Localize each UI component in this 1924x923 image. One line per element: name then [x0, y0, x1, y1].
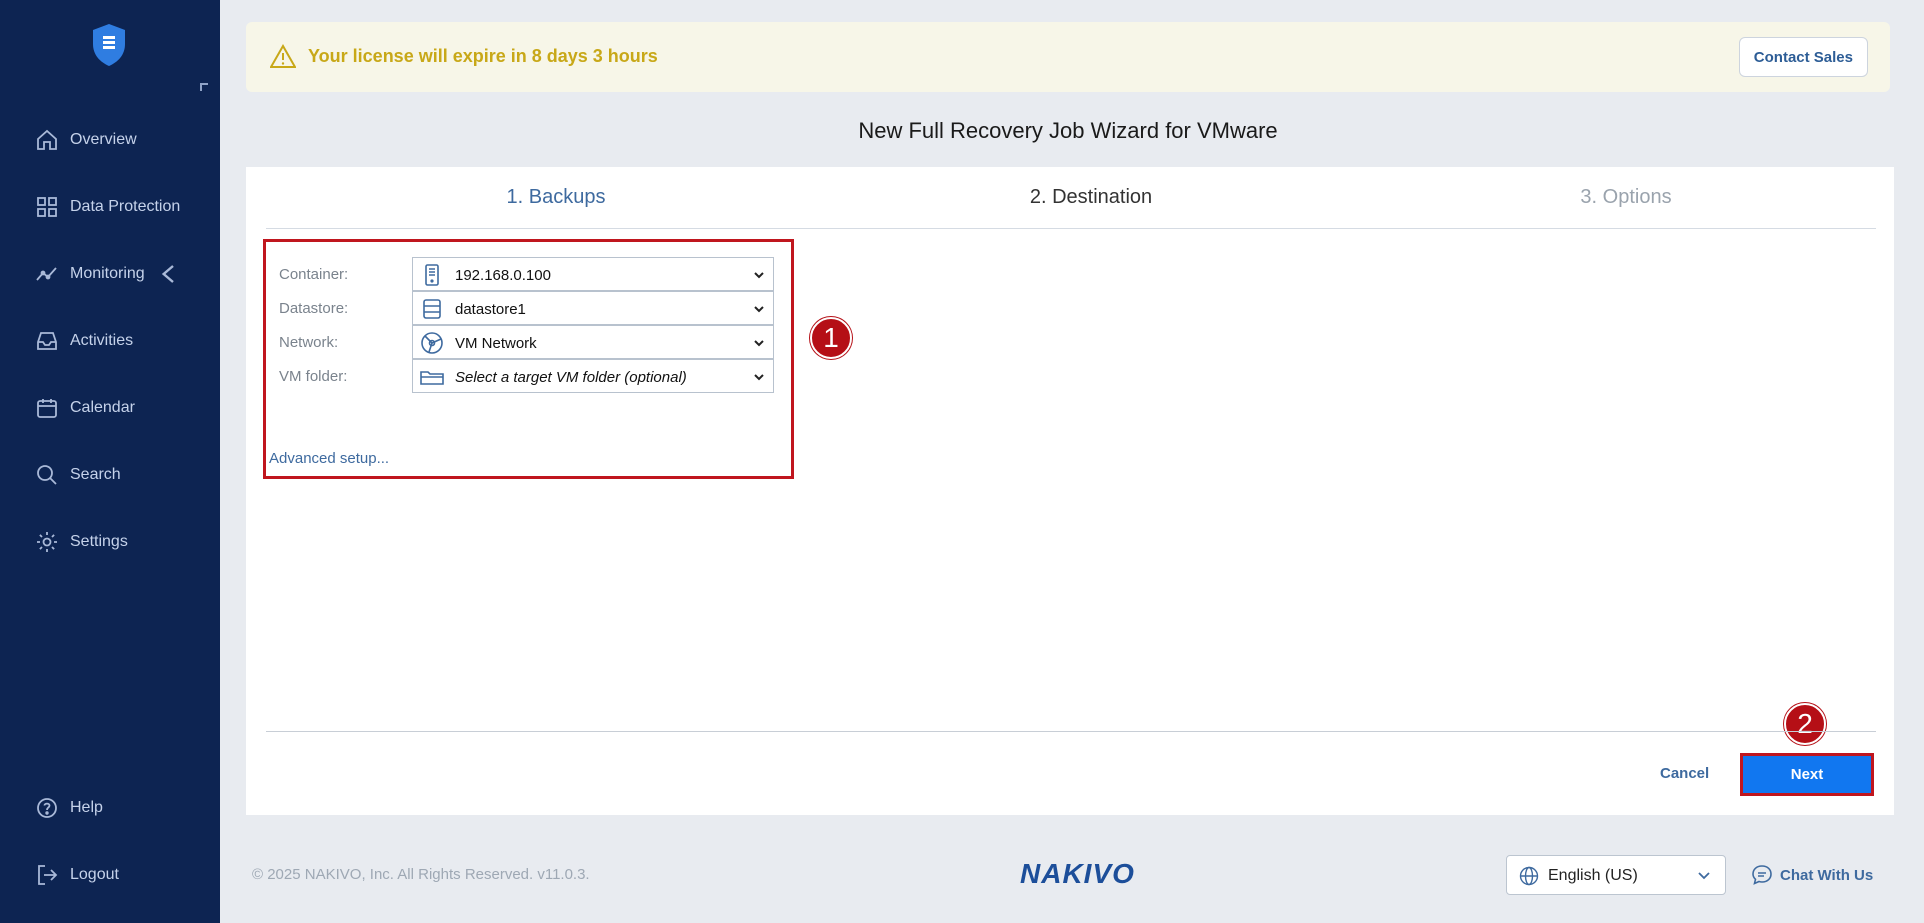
license-message: Your license will expire in 8 days 3 hou… [308, 46, 658, 66]
vm-folder-row: VM folder: Select a target VM folder (op… [279, 359, 779, 393]
globe-icon [1519, 866, 1539, 886]
wizard-panel: 1. Backups 2. Destination 3. Options Con… [246, 167, 1894, 815]
chevron-down-icon [754, 306, 764, 313]
chat-icon [1752, 865, 1772, 885]
datastore-select[interactable]: datastore1 [412, 291, 774, 325]
nakivo-logo: NAKIVO [1020, 858, 1135, 889]
contact-sales-button[interactable]: Contact Sales [1738, 37, 1868, 77]
sidebar-item-label: Data Protection [70, 198, 181, 215]
sidebar-item-label: Search [70, 466, 121, 483]
sidebar-item-settings[interactable]: Settings [34, 524, 128, 560]
chevron-down-icon [1698, 872, 1710, 880]
chart-line-icon [34, 261, 60, 287]
sidebar-item-monitoring[interactable]: Monitoring [34, 256, 181, 292]
annotation-badge-1: 1 [810, 317, 852, 359]
server-icon [419, 262, 445, 288]
vm-folder-label: VM folder: [279, 368, 348, 385]
inbox-icon [34, 328, 60, 354]
cancel-button[interactable]: Cancel [1660, 765, 1709, 782]
grid-icon [34, 194, 60, 220]
sidebar-item-logout[interactable]: Logout [34, 857, 119, 893]
search-icon [34, 462, 60, 488]
sidebar: Overview Data Protection Monitoring Acti… [0, 0, 220, 923]
network-icon [419, 330, 445, 356]
network-select[interactable]: VM Network [412, 325, 774, 359]
chat-with-us-button[interactable]: Chat With Us [1750, 863, 1873, 887]
vm-folder-select[interactable]: Select a target VM folder (optional) [412, 359, 774, 393]
vm-folder-placeholder: Select a target VM folder (optional) [455, 369, 687, 386]
container-row: Container: 192.168.0.100 [279, 257, 779, 291]
sidebar-item-label: Settings [70, 533, 128, 550]
language-value: English (US) [1548, 867, 1638, 884]
sidebar-item-label: Calendar [70, 399, 135, 416]
chevron-down-icon [754, 272, 764, 279]
calendar-icon [34, 395, 60, 421]
sidebar-item-label: Overview [70, 131, 137, 148]
network-label: Network: [279, 334, 339, 351]
step-destination: 2. Destination [1029, 186, 1153, 208]
sidebar-item-label: Activities [70, 332, 134, 349]
annotation-badge-2: 2 [1784, 703, 1826, 745]
network-value: VM Network [455, 335, 537, 352]
container-select[interactable]: 192.168.0.100 [412, 257, 774, 291]
next-button[interactable]: Next [1743, 756, 1871, 793]
help-icon [34, 795, 60, 821]
datastore-label: Datastore: [279, 300, 349, 317]
chevron-down-icon [754, 374, 764, 381]
network-row: Network: VM Network [279, 325, 779, 359]
sidebar-item-help[interactable]: Help [34, 790, 103, 826]
wizard-steps: 1. Backups 2. Destination 3. Options [266, 167, 1876, 229]
chevron-down-icon [754, 340, 764, 347]
language-select[interactable]: English (US) [1506, 855, 1726, 895]
step-backups[interactable]: 1. Backups [406, 186, 706, 209]
advanced-setup-link[interactable]: Advanced setup... [269, 450, 389, 467]
sidebar-item-label: Logout [70, 866, 119, 883]
sidebar-item-label: Help [70, 799, 103, 816]
sidebar-item-overview[interactable]: Overview [34, 122, 137, 158]
container-label: Container: [279, 266, 349, 283]
shield-logo-icon [93, 24, 125, 66]
chevron-left-icon [161, 265, 174, 283]
sidebar-item-data-protection[interactable]: Data Protection [34, 189, 180, 225]
sidebar-item-search[interactable]: Search [34, 457, 121, 493]
copyright-text: © 2025 NAKIVO, Inc. All Rights Reserved.… [252, 866, 590, 883]
folder-icon [419, 364, 445, 390]
logout-icon [34, 862, 60, 888]
warning-icon [270, 44, 296, 68]
divider [266, 731, 1876, 732]
home-icon [34, 127, 60, 153]
page-title: New Full Recovery Job Wizard for VMware [858, 118, 1278, 143]
sidebar-item-label: Monitoring [70, 265, 145, 282]
datastore-row: Datastore: datastore1 [279, 291, 779, 325]
chat-label: Chat With Us [1780, 866, 1874, 884]
gear-icon [34, 529, 60, 555]
step-options: 3. Options [1580, 186, 1672, 208]
next-button-highlight: Next [1740, 753, 1874, 796]
sidebar-item-activities[interactable]: Activities [34, 323, 133, 359]
datastore-value: datastore1 [455, 301, 526, 318]
license-banner: Your license will expire in 8 days 3 hou… [246, 22, 1890, 92]
sidebar-item-calendar[interactable]: Calendar [34, 390, 135, 426]
container-value: 192.168.0.100 [455, 267, 551, 284]
datastore-icon [419, 296, 445, 322]
sidebar-collapse-icon[interactable] [200, 83, 208, 91]
destination-form-highlight: Container: 192.168.0.100 Datastore: data… [263, 239, 794, 479]
